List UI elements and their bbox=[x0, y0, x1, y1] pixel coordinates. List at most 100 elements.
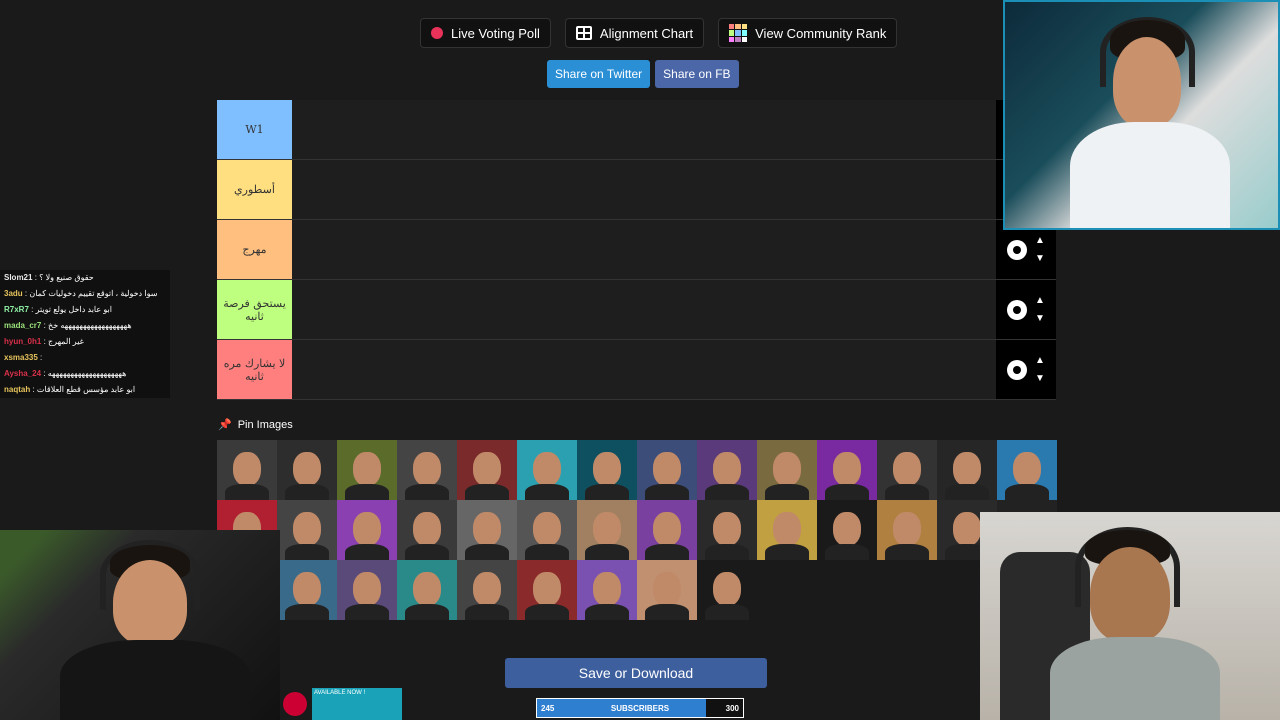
tier-item-image[interactable] bbox=[337, 500, 397, 560]
alignment-chart-button[interactable]: Alignment Chart bbox=[564, 18, 705, 48]
portrait-face bbox=[773, 452, 801, 486]
tier-drop-zone[interactable] bbox=[292, 280, 996, 339]
tier-label[interactable]: مهرج bbox=[217, 220, 292, 279]
tier-drop-zone[interactable] bbox=[292, 100, 996, 159]
tier-drop-zone[interactable] bbox=[292, 160, 996, 219]
face bbox=[1090, 547, 1170, 642]
tier-item-image[interactable] bbox=[637, 500, 697, 560]
tier-label[interactable]: يستحق فرصة ثانيه bbox=[217, 280, 292, 339]
tier-item-image[interactable] bbox=[877, 440, 937, 500]
tier-item-image[interactable] bbox=[217, 440, 277, 500]
portrait-body bbox=[825, 484, 869, 500]
portrait-face bbox=[293, 452, 321, 486]
tier-item-image[interactable] bbox=[757, 440, 817, 500]
portrait-face bbox=[413, 512, 441, 546]
tier-item-image[interactable] bbox=[697, 560, 757, 620]
chevron-down-icon[interactable]: ▼ bbox=[1035, 373, 1045, 384]
chat-text: ههههههههههههههههههه خخ bbox=[48, 321, 132, 330]
tier-label[interactable]: W1 bbox=[217, 100, 292, 159]
pin-images-toggle[interactable]: 📌 Pin Images bbox=[218, 418, 293, 432]
chevron-up-icon[interactable]: ▲ bbox=[1035, 235, 1045, 246]
portrait-face bbox=[593, 512, 621, 546]
portrait-body bbox=[525, 604, 569, 620]
tier-label[interactable]: أسطوري bbox=[217, 160, 292, 219]
portrait-face bbox=[413, 452, 441, 486]
tier-item-image[interactable] bbox=[937, 440, 997, 500]
chat-username: naqtah bbox=[4, 385, 31, 394]
tier-item-image[interactable] bbox=[397, 500, 457, 560]
chevron-up-icon[interactable]: ▲ bbox=[1035, 355, 1045, 366]
portrait-face bbox=[533, 452, 561, 486]
portrait-face bbox=[713, 512, 741, 546]
chat-username: hyun_0h1 bbox=[4, 337, 42, 346]
tier-label[interactable]: لا يشارك مره ثانيه bbox=[217, 340, 292, 399]
portrait-body bbox=[885, 544, 929, 560]
portrait-face bbox=[653, 572, 681, 606]
tier-item-image[interactable] bbox=[817, 440, 877, 500]
tier-item-image[interactable] bbox=[577, 440, 637, 500]
portrait-body bbox=[405, 604, 449, 620]
tier-item-image[interactable] bbox=[517, 500, 577, 560]
tier-item-image[interactable] bbox=[517, 440, 577, 500]
portrait-face bbox=[953, 512, 981, 546]
tier-item-image[interactable] bbox=[697, 500, 757, 560]
chat-message: hyun_0h1 : غير المهرج bbox=[0, 334, 170, 350]
portrait-body bbox=[285, 544, 329, 560]
tier-drop-zone[interactable] bbox=[292, 220, 996, 279]
tier-item-image[interactable] bbox=[757, 500, 817, 560]
portrait-body bbox=[645, 544, 689, 560]
gear-icon[interactable] bbox=[1007, 299, 1028, 320]
tier-drop-zone[interactable] bbox=[292, 340, 996, 399]
tier-item-image[interactable] bbox=[637, 440, 697, 500]
chevron-down-icon[interactable]: ▼ bbox=[1035, 253, 1045, 264]
tier-item-image[interactable] bbox=[337, 440, 397, 500]
gear-icon[interactable] bbox=[1007, 239, 1028, 260]
chat-text: ابو عابد داخل يولع تويتر bbox=[35, 305, 112, 314]
tier-item-image[interactable] bbox=[277, 500, 337, 560]
tier-item-image[interactable] bbox=[877, 500, 937, 560]
tier-item-image[interactable] bbox=[277, 560, 337, 620]
tier-row: يستحق فرصة ثانيه ▲ ▼ bbox=[217, 280, 1056, 340]
tier-item-image[interactable] bbox=[337, 560, 397, 620]
tier-item-image[interactable] bbox=[457, 440, 517, 500]
chat-separator: : bbox=[41, 369, 48, 378]
chevron-down-icon[interactable]: ▼ bbox=[1035, 313, 1045, 324]
portrait-body bbox=[585, 604, 629, 620]
community-rank-button[interactable]: View Community Rank bbox=[718, 18, 898, 48]
tier-item-image[interactable] bbox=[817, 500, 877, 560]
portrait-body bbox=[645, 484, 689, 500]
tier-item-image[interactable] bbox=[397, 560, 457, 620]
tier-item-image[interactable] bbox=[637, 560, 697, 620]
share-fb-button[interactable]: Share on FB bbox=[655, 60, 739, 88]
community-rank-label: View Community Rank bbox=[755, 25, 887, 41]
chat-separator: : bbox=[30, 385, 37, 394]
tier-item-image[interactable] bbox=[997, 440, 1057, 500]
portrait-body bbox=[465, 544, 509, 560]
tier-item-image[interactable] bbox=[277, 440, 337, 500]
tier-item-image[interactable] bbox=[457, 560, 517, 620]
share-twitter-button[interactable]: Share on Twitter bbox=[547, 60, 651, 88]
portrait-body bbox=[765, 484, 809, 500]
portrait-face bbox=[473, 452, 501, 486]
tier-list: W1 أسطوري مهرج ▲ ▼ يستحق فرصة ثانيه ▲ ▼ bbox=[217, 100, 1056, 400]
live-voting-button[interactable]: Live Voting Poll bbox=[420, 18, 551, 48]
tier-item-image[interactable] bbox=[697, 440, 757, 500]
save-download-button[interactable]: Save or Download bbox=[505, 658, 767, 688]
tier-item-image[interactable] bbox=[517, 560, 577, 620]
chat-text: حقوق صنيع ولا ؟ bbox=[39, 273, 94, 282]
tier-item-image[interactable] bbox=[457, 500, 517, 560]
shirt bbox=[1050, 637, 1220, 720]
chat-username: 3adu bbox=[4, 289, 23, 298]
chat-message: R7xR7 : ابو عابد داخل يولع تويتر bbox=[0, 302, 170, 318]
tier-item-image[interactable] bbox=[397, 440, 457, 500]
portrait-body bbox=[885, 484, 929, 500]
tier-item-image[interactable] bbox=[577, 500, 637, 560]
portrait-face bbox=[353, 452, 381, 486]
live-voting-label: Live Voting Poll bbox=[451, 25, 540, 41]
tier-row: لا يشارك مره ثانيه ▲ ▼ bbox=[217, 340, 1056, 400]
chevron-up-icon[interactable]: ▲ bbox=[1035, 295, 1045, 306]
gear-icon[interactable] bbox=[1007, 359, 1028, 380]
portrait-face bbox=[593, 452, 621, 486]
face bbox=[1113, 37, 1181, 127]
tier-item-image[interactable] bbox=[577, 560, 637, 620]
